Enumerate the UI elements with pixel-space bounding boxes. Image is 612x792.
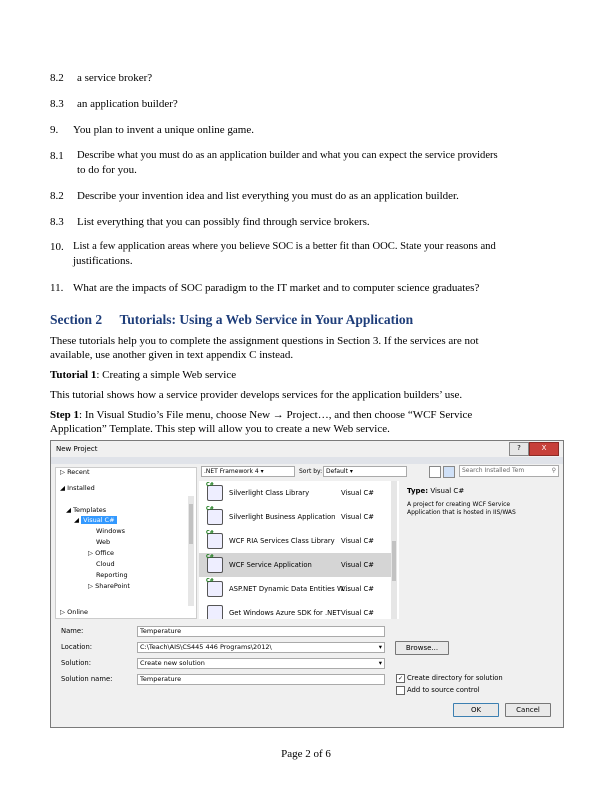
question-text: a service broker? [77, 72, 153, 84]
question-text: an application builder? [77, 98, 178, 110]
question-text: What are the impacts of SOC paradigm to … [73, 282, 480, 294]
question-text-cont: to do for you. [77, 164, 137, 176]
step-text: : In Visual Studio’s File menu, choose N… [79, 409, 473, 421]
name-input[interactable]: Temperature [137, 626, 385, 637]
sort-label: Sort by: [299, 468, 323, 475]
question-text-cont: justifications. [73, 255, 133, 267]
step-label: Step 1 [50, 409, 80, 421]
list-view-icon[interactable] [443, 466, 455, 478]
step-1: Step 1: In Visual Studio’s File menu, ch… [50, 408, 472, 422]
list-scrollbar[interactable] [391, 481, 397, 619]
tree-installed[interactable]: ◢ Installed [60, 484, 95, 492]
template-row[interactable]: C# ASP.NET Dynamic Data Entities W... Vi… [199, 577, 393, 601]
tree-web[interactable]: Web [96, 538, 110, 546]
location-label: Location: [61, 643, 93, 651]
dialog-titlebar: New Project ? X [51, 441, 563, 457]
solution-label: Solution: [61, 659, 91, 667]
template-row[interactable]: Get Windows Azure SDK for .NET Visual C# [199, 601, 393, 619]
template-info: Type: Visual C# A project for creating W… [403, 481, 559, 619]
help-button[interactable]: ? [509, 442, 529, 456]
solution-name-input[interactable]: Temperature [137, 674, 385, 685]
template-tree: ▷ Recent ◢ Installed ◢ Templates ◢ Visua… [55, 467, 197, 619]
browse-button[interactable]: Browse... [395, 641, 449, 655]
template-row[interactable]: C# Silverlight Business Application Visu… [199, 505, 393, 529]
question-number: 10. [50, 241, 64, 253]
azure-cloud-icon [207, 605, 223, 619]
tutorial-title: : Creating a simple Web service [96, 369, 237, 381]
step-1-cont: Application” Template. This step will al… [50, 423, 390, 435]
create-directory-checkbox[interactable]: ✓ [396, 674, 405, 683]
template-row[interactable]: C# Silverlight Class Library Visual C# [199, 481, 393, 505]
template-row-selected[interactable]: C# WCF Service Application Visual C# [199, 553, 393, 577]
search-icon: ⚲ [551, 467, 556, 474]
chevron-down-icon: ▾ [378, 643, 382, 651]
info-desc-line1: A project for creating WCF Service [407, 501, 511, 508]
template-list: C# Silverlight Class Library Visual C# C… [199, 481, 399, 619]
info-desc-line2: Application that is hosted in IIS/WAS [407, 509, 516, 516]
tutorial-label: Tutorial 1 [50, 369, 97, 381]
background-menubar [51, 457, 563, 464]
source-control-label: Add to source control [407, 686, 480, 694]
question-number: 8.3 [50, 216, 64, 228]
question-number: 11. [50, 282, 64, 294]
framework-select[interactable]: .NET Framework 4 ▾ [201, 466, 295, 477]
section-intro-line1: These tutorials help you to complete the… [50, 335, 479, 347]
question-number: 8.2 [50, 190, 64, 202]
new-project-dialog: New Project ? X ▷ Recent ◢ Installed ◢ T… [50, 440, 564, 728]
chevron-down-icon: ▾ [378, 659, 382, 667]
question-text: List everything that you can possibly fi… [77, 216, 370, 228]
question-text: Describe your invention idea and list ev… [77, 190, 459, 202]
tree-visual-cs[interactable]: ◢ Visual C# [74, 516, 117, 524]
wcf-ria-icon: C# [206, 530, 223, 549]
template-row[interactable]: C# WCF RIA Services Class Library Visual… [199, 529, 393, 553]
scroll-thumb[interactable] [189, 504, 193, 544]
tree-templates[interactable]: ◢ Templates [66, 506, 106, 514]
solution-select[interactable]: Create new solution ▾ [137, 658, 385, 669]
create-directory-label: Create directory for solution [407, 674, 503, 682]
sort-select[interactable]: Default ▾ [323, 466, 407, 477]
tree-office[interactable]: ▷ Office [88, 549, 114, 557]
question-text: List a few application areas where you b… [73, 241, 496, 252]
section-title: Tutorials: Using a Web Service in Your A… [119, 312, 414, 327]
question-text: You plan to invent a unique online game. [73, 124, 254, 136]
tree-recent[interactable]: ▷ Recent [60, 468, 90, 476]
name-label: Name: [61, 627, 84, 635]
question-number: 8.1 [50, 150, 64, 162]
dialog-title: New Project [56, 445, 98, 453]
question-number: 8.2 [50, 72, 64, 84]
section-heading: Section 2 Tutorials: Using a Web Service… [50, 313, 413, 327]
tree-windows[interactable]: Windows [96, 527, 125, 535]
section-intro-line2: available, use another given in text app… [50, 349, 294, 361]
question-number: 9. [50, 124, 59, 136]
grid-view-icon[interactable] [429, 466, 441, 478]
tree-sharepoint[interactable]: ▷ SharePoint [88, 582, 130, 590]
source-control-checkbox[interactable] [396, 686, 405, 695]
question-text: Describe what you must do as an applicat… [77, 150, 498, 161]
tree-cloud[interactable]: Cloud [96, 560, 115, 568]
section-number: Section 2 [50, 312, 103, 327]
solution-name-label: Solution name: [61, 675, 113, 683]
tutorial-description: This tutorial shows how a service provid… [50, 389, 463, 401]
aspnet-globe-icon: C# [206, 578, 223, 597]
tree-reporting[interactable]: Reporting [96, 571, 128, 579]
close-button[interactable]: X [529, 442, 559, 456]
wcf-service-icon: C# [206, 554, 223, 573]
page-footer: Page 2 of 6 [281, 748, 331, 760]
location-input[interactable]: C:\Teach\AIS\CS445 446 Programs\2012\ ▾ [137, 642, 385, 653]
info-type: Type: Visual C# [407, 487, 465, 495]
cancel-button[interactable]: Cancel [505, 703, 551, 717]
ok-button[interactable]: OK [453, 703, 499, 717]
question-number: 8.3 [50, 98, 64, 110]
silverlight-business-icon: C# [206, 506, 223, 525]
tutorial-heading: Tutorial 1: Creating a simple Web servic… [50, 368, 236, 382]
search-input[interactable]: Search Installed Tem ⚲ [459, 465, 559, 477]
tree-scrollbar[interactable] [188, 496, 194, 606]
silverlight-icon: C# [206, 482, 223, 501]
tree-online[interactable]: ▷ Online [60, 608, 88, 616]
scroll-thumb[interactable] [392, 541, 396, 581]
